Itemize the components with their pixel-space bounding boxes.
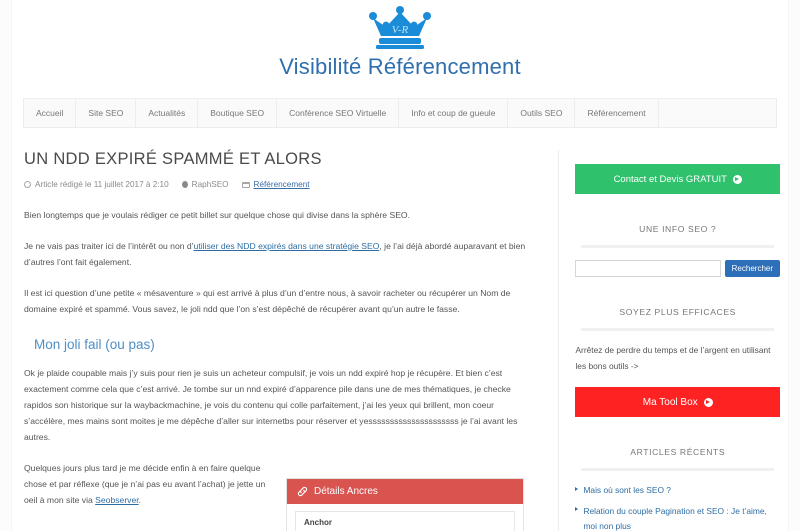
page-container: V-R Visibilité Référencement Accueil Sit… xyxy=(12,0,788,531)
nav-item-accueil[interactable]: Accueil xyxy=(23,99,77,127)
recent-articles-title: ARTICLES RÉCENTS xyxy=(630,447,726,458)
search-form: Rechercher xyxy=(575,260,781,277)
seobserver-link[interactable]: Seobserver xyxy=(95,495,138,505)
contact-devis-gratuit-button[interactable]: Contact et Devis GRATUIT xyxy=(575,164,781,194)
nav-item-outils-seo[interactable]: Outils SEO xyxy=(508,99,576,127)
recent-articles-list: Mais où sont les SEO ? Relation du coupl… xyxy=(575,483,780,531)
article-content: UN NDD EXPIRÉ SPAMMÉ ET ALORS Article ré… xyxy=(24,150,552,531)
nav-spacer xyxy=(659,99,777,127)
recent-article-link[interactable]: Mais où sont les SEO ? xyxy=(583,483,671,498)
logo-monogram: V-R xyxy=(392,24,409,36)
meta-author-label: RaphSEO xyxy=(191,180,229,189)
meta-category[interactable]: Référencement xyxy=(241,180,310,189)
widget-rule xyxy=(581,328,775,331)
recent-articles-widget: ARTICLES RÉCENTS Mais où sont les SEO ? … xyxy=(575,447,780,531)
list-item[interactable]: Relation du couple Pagination et SEO : J… xyxy=(575,504,780,531)
folder-icon xyxy=(241,181,250,188)
paragraph-5-before: Quelques jours plus tard je me décide en… xyxy=(24,462,266,505)
clock-icon xyxy=(24,181,31,188)
nav-item-actualites[interactable]: Actualités xyxy=(136,99,199,127)
efficacy-widget-title: SOYEZ PLUS EFFICACES xyxy=(619,307,737,317)
page-root: V-R Visibilité Référencement Accueil Sit… xyxy=(0,0,800,531)
paragraph-3: Il est ici question d’une petite « mésav… xyxy=(24,287,511,314)
article-meta: Article rédigé le 11 juillet 2017 à 2:10… xyxy=(24,180,534,189)
section-heading-mon-joli-fail: Mon joli fail (ou pas) xyxy=(34,337,155,353)
nav-item-conference-seo-virtuelle[interactable]: Conférence SEO Virtuelle xyxy=(277,99,400,127)
paragraph-5: Quelques jours plus tard je me décide en… xyxy=(24,461,266,509)
nav-item-referencement[interactable]: Référencement xyxy=(575,99,659,127)
meta-date-label: Article rédigé le 11 juillet 2017 à 2:10 xyxy=(35,180,169,189)
paragraph-1: Bien longtemps que je voulais rédiger ce… xyxy=(24,210,410,220)
crown-icon: V-R xyxy=(369,6,431,49)
meta-author: RaphSEO xyxy=(181,180,229,189)
nav-item-site-seo[interactable]: Site SEO xyxy=(76,99,137,127)
chain-link-icon xyxy=(297,486,308,497)
paragraph-4: Ok je plaide coupable mais j’y suis pour… xyxy=(24,368,518,443)
efficacy-widget-text: Arrêtez de perdre du temps et de l’argen… xyxy=(575,345,771,371)
paragraph-2: Je ne vais pas traiter ici de l’intérêt … xyxy=(24,239,534,271)
widget-rule xyxy=(581,468,775,472)
nav-item-boutique-seo[interactable]: Boutique SEO xyxy=(198,99,278,127)
paragraph-5-after: . xyxy=(138,494,142,505)
search-submit-button[interactable]: Rechercher xyxy=(724,260,781,277)
search-input[interactable] xyxy=(575,260,721,277)
user-icon xyxy=(181,181,188,188)
sidebar: Contact et Devis GRATUIT UNE INFO SEO ? … xyxy=(559,150,781,531)
ma-tool-box-label: Ma Tool Box xyxy=(642,396,698,408)
page-title: UN NDD EXPIRÉ SPAMMÉ ET ALORS xyxy=(24,150,322,168)
search-widget-title: UNE INFO SEO ? xyxy=(639,224,717,234)
paragraph-2-before: Je ne vais pas traiter ici de l’intérêt … xyxy=(24,240,194,251)
details-ancres-panel: Détails Ancres Anchor xyxy=(286,478,524,531)
search-widget: UNE INFO SEO ? Rechercher xyxy=(575,224,781,277)
site-header: V-R Visibilité Référencement xyxy=(12,0,788,80)
widget-rule xyxy=(581,245,775,248)
caret-right-icon xyxy=(575,507,579,512)
caret-right-icon xyxy=(575,486,579,491)
nav-item-info-et-coup-de-gueule[interactable]: Info et coup de gueule xyxy=(399,99,509,127)
site-title: Visibilité Référencement xyxy=(279,54,521,79)
details-ancres-body: Anchor xyxy=(287,504,523,531)
list-item[interactable]: Mais où sont les SEO ? xyxy=(575,483,780,498)
ma-tool-box-button[interactable]: Ma Tool Box xyxy=(575,387,781,418)
recent-article-link[interactable]: Relation du couple Pagination et SEO : J… xyxy=(583,504,780,531)
meta-date: Article rédigé le 11 juillet 2017 à 2:10 xyxy=(24,180,169,189)
details-ancres-header: Détails Ancres xyxy=(287,479,523,504)
anchor-table-header: Anchor xyxy=(295,511,515,531)
meta-category-link[interactable]: Référencement xyxy=(254,180,310,189)
contact-devis-gratuit-label: Contact et Devis GRATUIT xyxy=(613,173,727,185)
main-navigation: Accueil Site SEO Actualités Boutique SEO… xyxy=(23,98,777,128)
details-ancres-title: Détails Ancres xyxy=(314,486,378,497)
efficacy-widget: SOYEZ PLUS EFFICACES Arrêtez de perdre d… xyxy=(575,307,781,418)
arrow-right-circle-icon xyxy=(703,397,713,407)
body-layout: UN NDD EXPIRÉ SPAMMÉ ET ALORS Article ré… xyxy=(12,150,788,531)
arrow-right-circle-icon xyxy=(732,174,742,184)
expired-ndd-link[interactable]: utiliser des NDD expirés dans une straté… xyxy=(194,241,380,251)
